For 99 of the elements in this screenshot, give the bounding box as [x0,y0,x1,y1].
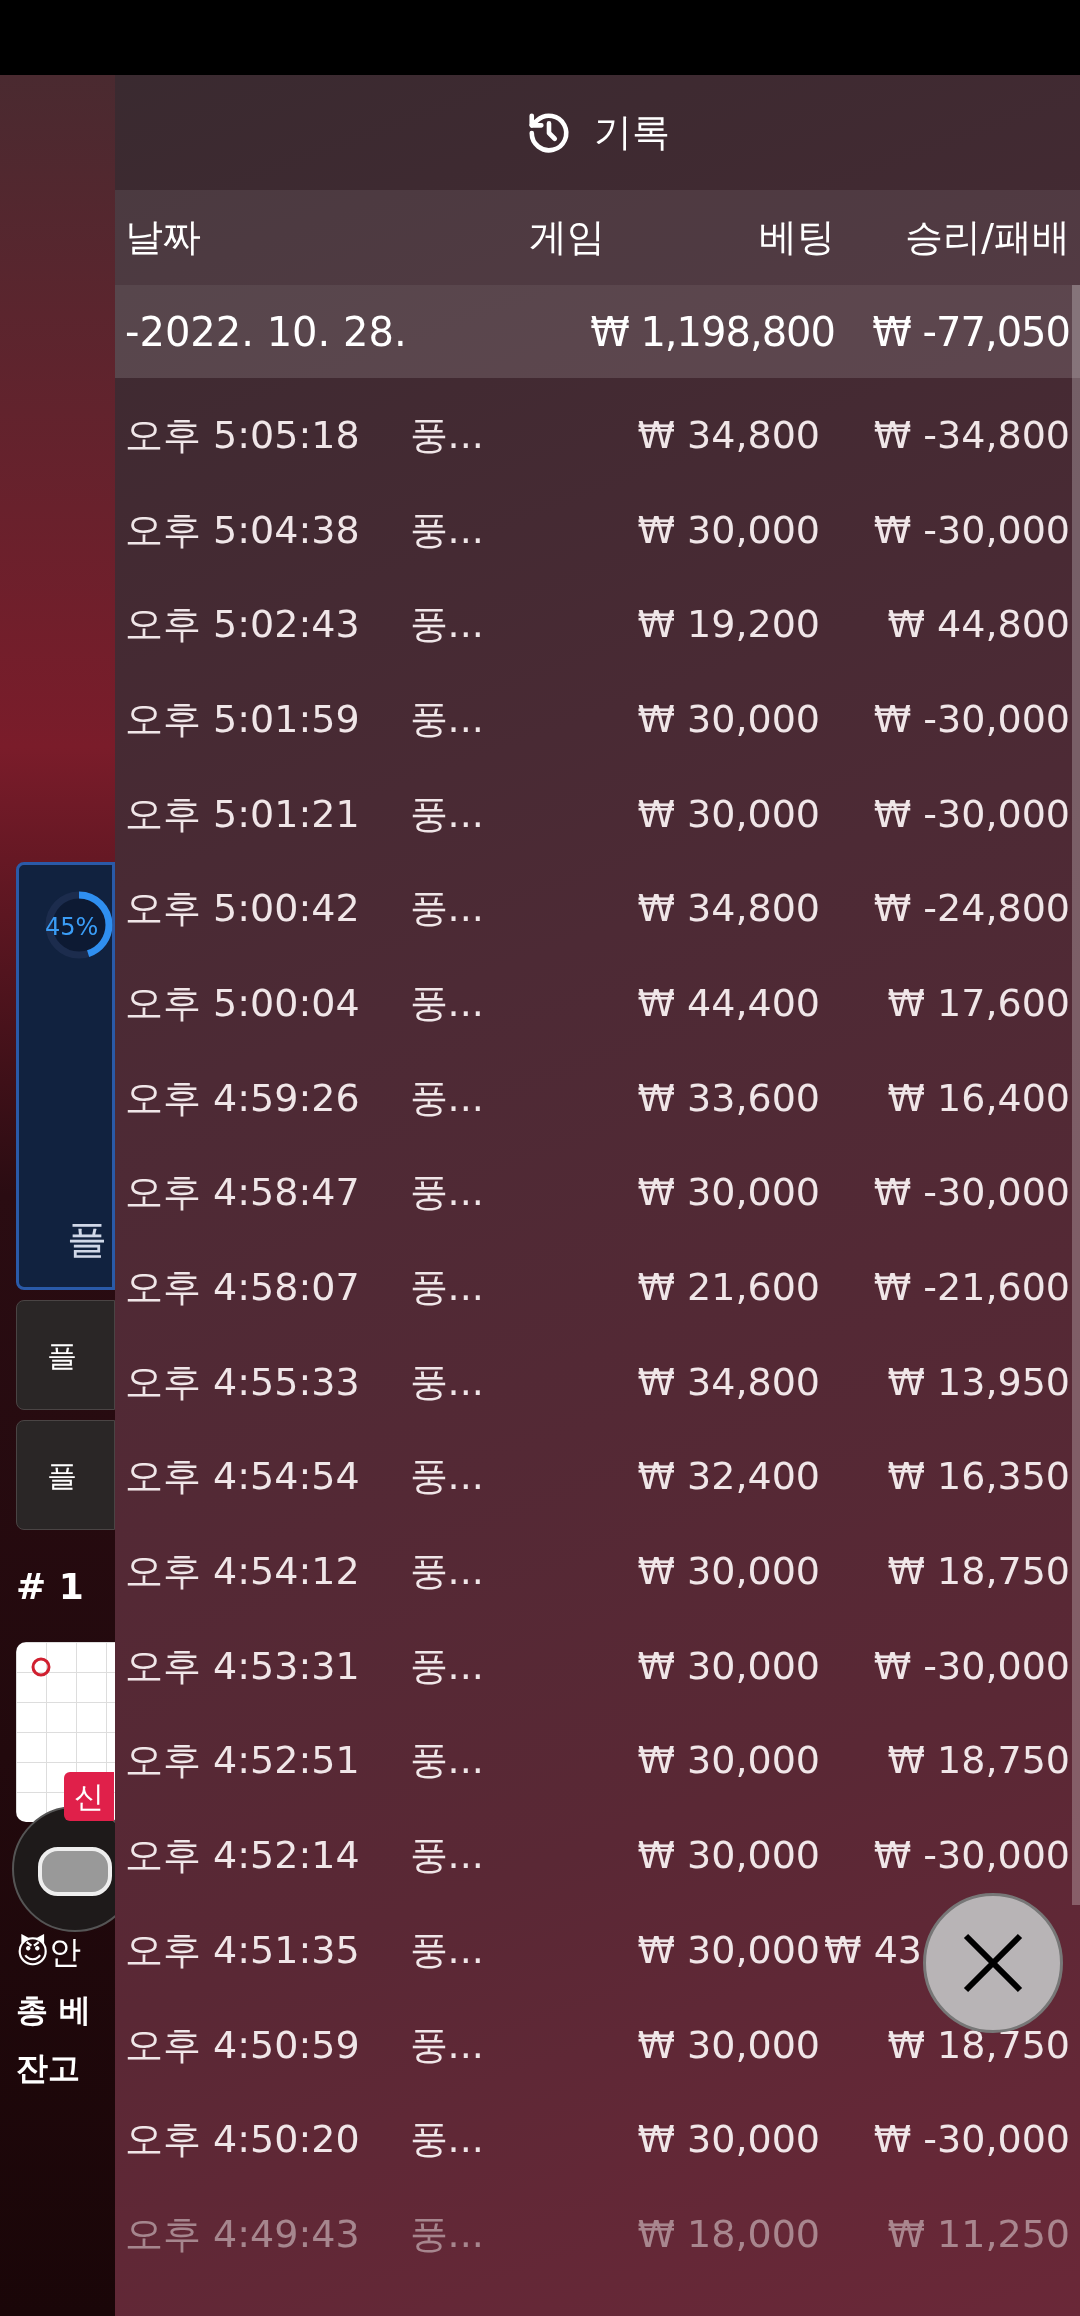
bet-cell-text: ₩ 30,000 [637,1737,820,1785]
total-bet-label: 총 베 [16,1990,93,2031]
bet-button[interactable]: 플 [16,1420,115,1530]
circle-marker-icon [30,1656,52,1678]
result-cell-text: ₩ -34,800 [873,411,1070,459]
bet-cell-text: ₩ 34,800 [637,1358,820,1406]
game-cell-text: 풍... [409,1926,484,1974]
time-cell-text: 오후 4:52:14 [125,1832,360,1880]
game-cell-text: 풍... [409,979,484,1027]
game-cell-text: 풍... [409,1548,484,1596]
column-header: 게임 [529,214,605,261]
result-cell-text: ₩ 44,800 [887,601,1070,649]
result-cell-text: ₩ 13,950 [887,1358,1070,1406]
result-cell-text: ₩ -30,000 [873,695,1070,743]
result-cell-text: ₩ -24,800 [873,885,1070,933]
time-cell-text: 오후 5:05:18 [125,411,360,459]
result-cell-text: ₩ -30,000 [873,790,1070,838]
game-cell-text: 풍... [409,1169,484,1217]
game-cell-text: 풍... [409,411,484,459]
game-cell-text: 풍... [409,1074,484,1122]
game-cell-text: 풍... [409,2210,484,2258]
bet-cell-text: ₩ 34,800 [637,411,820,459]
game-cell-text: 풍... [409,2116,484,2164]
bet-cell-text: ₩ 30,000 [637,695,820,743]
bet-cell-text: ₩ 19,200 [637,601,820,649]
result-cell-text: ₩ -30,000 [873,2116,1070,2164]
game-cell-text: 풍... [409,506,484,554]
close-icon [962,1932,1024,1994]
game-cell-text: 풍... [409,790,484,838]
result-cell-text: ₩ -30,000 [873,1832,1070,1880]
time-cell-text: 오후 5:02:43 [125,601,360,649]
result-cell-text: ₩ 18,750 [887,1737,1070,1785]
bet-cell-text: ₩ 30,000 [637,2116,820,2164]
bet-cell-text: ₩ 30,000 [637,1548,820,1596]
time-cell-text: 오후 4:53:31 [125,1642,360,1690]
rank-label: # 1 [16,1565,85,1609]
time-cell-text: 오후 5:00:42 [125,885,360,933]
time-cell-text: 오후 4:49:43 [125,2210,360,2258]
column-header: 베팅 [759,214,835,261]
result-cell-text: ₩ 17,600 [887,979,1070,1027]
chat-message: 😈안 [16,1932,83,1973]
game-cell-text: 풍... [409,1737,484,1785]
time-cell-text: 오후 4:55:33 [125,1358,360,1406]
bet-cell-text: ₩ 32,400 [637,1453,820,1501]
result-cell-text: ₩ -30,000 [873,506,1070,554]
bet-cell-text: ₩ 1,198,800 [590,307,835,357]
bet-cell-text: ₩ 33,600 [637,1074,820,1122]
bet-cell-text: ₩ 30,000 [637,1642,820,1690]
time-cell-text: 오후 4:54:12 [125,1548,360,1596]
result-cell-text: ₩ 16,350 [887,1453,1070,1501]
bet-cell-text: ₩ 30,000 [637,790,820,838]
bet-cell-text: ₩ 30,000 [637,2021,820,2069]
game-cell-text: 풍... [409,1264,484,1312]
result-cell-text: ₩ -30,000 [873,1169,1070,1217]
bet-cell-text: ₩ 21,600 [637,1264,820,1312]
game-cell-text: 풍... [409,601,484,649]
time-cell-text: 오후 5:01:59 [125,695,360,743]
panel-title: 기록 [593,109,670,156]
bet-cell-text: ₩ 30,000 [637,1832,820,1880]
bet-cell-text: ₩ 44,400 [637,979,820,1027]
time-cell-text: 오후 4:50:20 [125,2116,360,2164]
player-label: 플 [67,1215,107,1264]
result-cell-text: ₩ 18,750 [887,1548,1070,1596]
time-cell-text: 오후 5:04:38 [125,506,360,554]
column-header: 날짜 [125,214,202,261]
bet-cell-text: ₩ 30,000 [637,506,820,554]
time-cell-text: 오후 4:54:54 [125,1453,360,1501]
time-cell-text: 오후 5:01:21 [125,790,360,838]
time-cell-text: 오후 4:50:59 [125,2021,360,2069]
time-cell-text: 오후 4:58:07 [125,1264,360,1312]
result-cell-text: ₩ 11,250 [887,2210,1070,2258]
game-cell-text: 풍... [409,1358,484,1406]
balance-label: 잔고 [16,2048,81,2089]
time-cell-text: 오후 4:52:51 [125,1737,360,1785]
result-cell-text: ₩ -21,600 [873,1264,1070,1312]
game-cell-text: 풍... [409,1832,484,1880]
bet-cell-text: ₩ 34,800 [637,885,820,933]
time-cell-text: 오후 5:00:04 [125,979,360,1027]
result-cell-text: ₩ 18,750 [887,2021,1070,2069]
game-cell-text: 풍... [409,1642,484,1690]
bet-cell-text: ₩ 18,000 [637,2210,820,2258]
game-cell-text: 풍... [409,695,484,743]
result-cell-text: ₩ -30,000 [873,1642,1070,1690]
time-cell-text: 오후 4:59:26 [125,1074,360,1122]
result-cell-text: ₩ 16,400 [887,1074,1070,1122]
bet-cell-text: ₩ 30,000 [637,1926,820,1974]
new-badge: 신 [64,1772,114,1821]
game-cell-text: 풍... [409,885,484,933]
date-cell-text: -2022. 10. 28. [125,307,408,357]
result-cell-text: ₩ 43 [824,1926,922,1974]
bet-cell-text: ₩ 30,000 [637,1169,820,1217]
game-cell-text: 풍... [409,2021,484,2069]
progress-label: 45% [45,912,99,943]
result-cell-text: ₩ -77,050 [872,307,1070,357]
column-header: 승리/패배 [905,214,1070,261]
bet-button[interactable]: 플 [16,1300,115,1410]
time-cell-text: 오후 4:58:47 [125,1169,360,1217]
game-cell-text: 풍... [409,1453,484,1501]
time-cell-text: 오후 4:51:35 [125,1926,360,1974]
